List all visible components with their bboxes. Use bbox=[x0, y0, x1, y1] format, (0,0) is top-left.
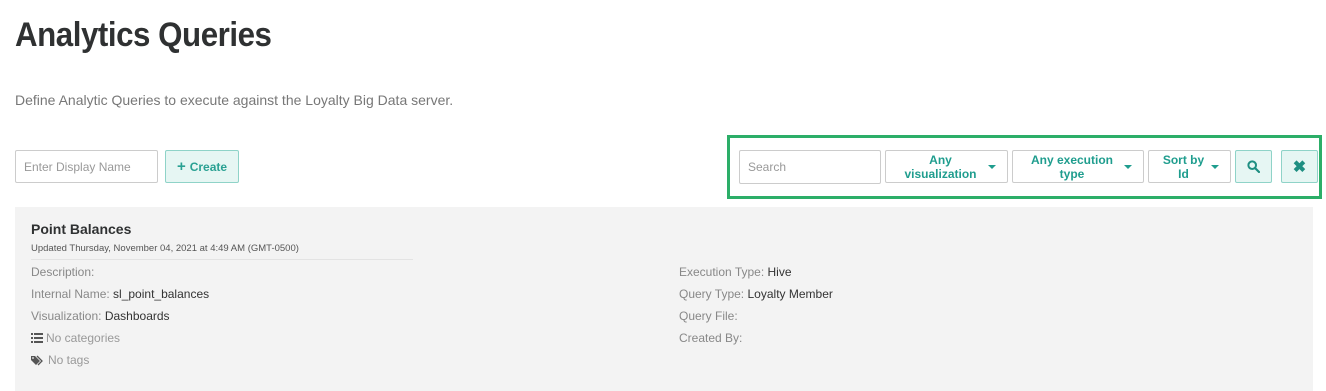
close-icon: ✖ bbox=[1292, 158, 1307, 176]
visualization-filter-dropdown[interactable]: Any visualization bbox=[885, 150, 1008, 183]
tags-icon bbox=[31, 355, 43, 365]
created-by-field: Created By: bbox=[679, 331, 742, 345]
search-button[interactable] bbox=[1235, 150, 1272, 183]
query-file-field: Query File: bbox=[679, 309, 738, 323]
caret-down-icon bbox=[988, 164, 996, 169]
filter-bar: Any visualization Any execution type Sor… bbox=[739, 150, 1318, 184]
categories-field: No categories bbox=[31, 331, 120, 345]
divider bbox=[31, 259, 413, 260]
execution-type-value: Hive bbox=[767, 265, 792, 279]
page-description: Define Analytic Queries to execute again… bbox=[15, 92, 454, 108]
search-icon bbox=[1247, 160, 1260, 173]
clear-filters-button[interactable]: ✖ bbox=[1281, 150, 1318, 183]
create-button[interactable]: + Create bbox=[165, 150, 239, 183]
execution-type-filter-label: Any execution type bbox=[1030, 152, 1114, 181]
description-field: Description: bbox=[31, 265, 94, 279]
page-title: Analytics Queries bbox=[15, 16, 272, 54]
visualization-value: Dashboards bbox=[104, 309, 170, 323]
sort-dropdown[interactable]: Sort by Id bbox=[1148, 150, 1231, 183]
create-button-label: Create bbox=[189, 159, 228, 174]
display-name-input[interactable] bbox=[15, 150, 158, 183]
internal-name-field: Internal Name: sl_point_balances bbox=[31, 287, 209, 301]
execution-type-label: Execution Type: bbox=[679, 265, 765, 279]
search-input[interactable] bbox=[739, 150, 881, 184]
visualization-filter-label: Any visualization bbox=[904, 152, 977, 181]
visualization-field: Visualization: Dashboards bbox=[31, 309, 170, 323]
caret-down-icon bbox=[1211, 164, 1219, 169]
caret-down-icon bbox=[1124, 164, 1132, 169]
internal-name-label: Internal Name: bbox=[31, 287, 110, 301]
query-card[interactable]: Point Balances Updated Thursday, Novembe… bbox=[15, 207, 1313, 391]
sort-label: Sort by Id bbox=[1162, 152, 1205, 181]
description-label: Description: bbox=[31, 265, 95, 279]
created-by-label: Created By: bbox=[679, 331, 743, 345]
execution-type-field: Execution Type: Hive bbox=[679, 265, 792, 279]
list-icon bbox=[31, 333, 43, 343]
query-title[interactable]: Point Balances bbox=[31, 221, 131, 237]
internal-name-value: sl_point_balances bbox=[113, 287, 210, 301]
categories-text: No categories bbox=[46, 331, 121, 345]
query-file-label: Query File: bbox=[679, 309, 738, 323]
query-updated: Updated Thursday, November 04, 2021 at 4… bbox=[31, 243, 299, 254]
tags-field: No tags bbox=[31, 353, 89, 367]
execution-type-filter-dropdown[interactable]: Any execution type bbox=[1012, 150, 1144, 183]
query-type-value: Loyalty Member bbox=[747, 287, 833, 301]
tags-text: No tags bbox=[48, 353, 90, 367]
query-type-field: Query Type: Loyalty Member bbox=[679, 287, 833, 301]
plus-icon: + bbox=[176, 158, 186, 175]
create-row: + Create bbox=[15, 150, 239, 183]
visualization-label: Visualization: bbox=[31, 309, 102, 323]
query-type-label: Query Type: bbox=[679, 287, 745, 301]
